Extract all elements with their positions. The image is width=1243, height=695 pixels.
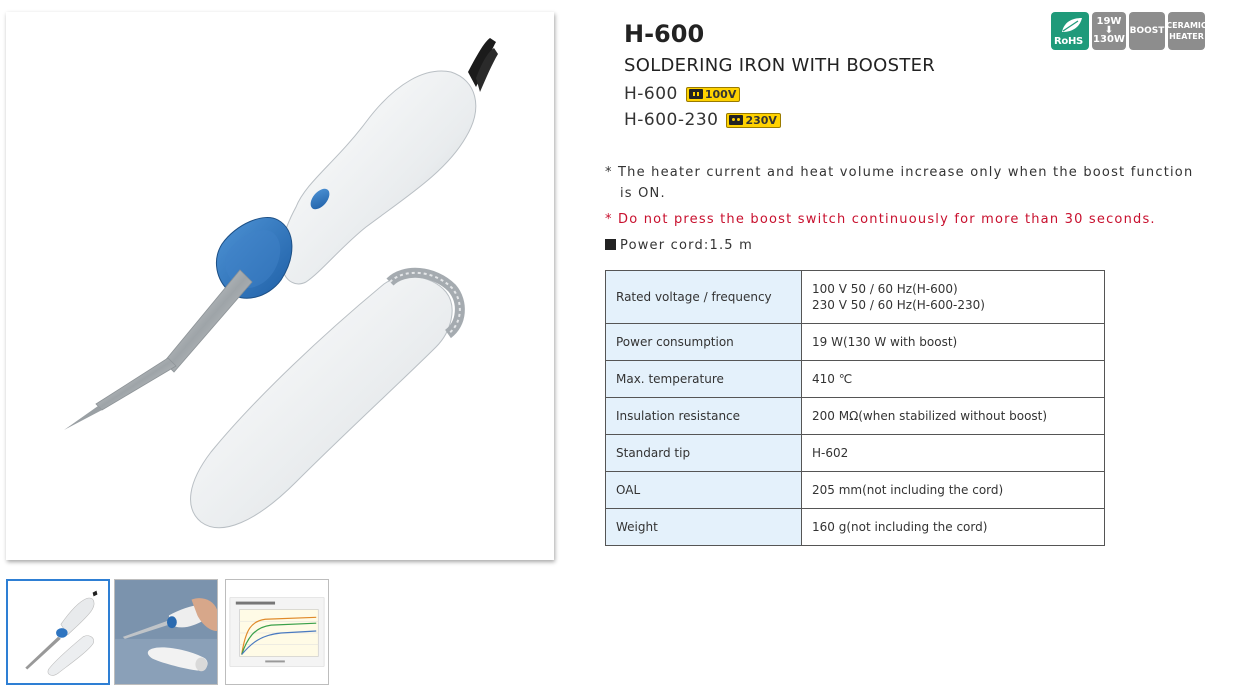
spec-label: Standard tip [605,434,802,472]
heater-label: HEATER [1169,32,1204,41]
table-row: Weight 160 g(not including the cord) [605,508,1105,546]
variant-230v: H-600-230 230V [624,110,781,130]
leaf-icon [1062,18,1082,32]
table-row: Power consumption 19 W(130 W with boost) [605,323,1105,361]
ceramic-heater-badge: CERAMIC HEATER [1166,12,1207,50]
spec-value: 160 g(not including the cord) [801,508,1105,546]
wattage-badge: 19W ⬇ 130W [1092,12,1126,50]
product-name: SOLDERING IRON WITH BOOSTER [624,55,936,76]
voltage-badge: 230V [726,112,781,128]
spec-value: 19 W(130 W with boost) [801,323,1105,361]
spec-value: H-602 [801,434,1105,472]
rohs-badge: RoHS [1051,12,1089,50]
variant-100v: H-600 100V [624,84,741,104]
thumbnail-temperature-chart[interactable] [225,579,329,685]
spec-value: 200 MΩ(when stabilized without boost) [801,397,1105,435]
rohs-label: RoHS [1054,36,1083,47]
spec-label: Max. temperature [605,360,802,398]
power-cord-text: Power cord:1.5 m [620,238,753,253]
boost-note: * The heater current and heat volume inc… [605,165,1194,201]
square-bullet-icon [605,239,616,250]
spec-label: OAL [605,471,802,509]
model-title: H-600 [624,20,705,48]
thumbnail-gallery [6,579,336,687]
spec-value-line: 100 V 50 / 60 Hz(H-600) [812,282,958,296]
spec-value-line: 230 V 50 / 60 Hz(H-600-230) [812,298,985,312]
table-row: OAL 205 mm(not including the cord) [605,471,1105,509]
spec-label: Power consumption [605,323,802,361]
spec-label: Weight [605,508,802,546]
power-cord-note: Power cord:1.5 m [605,235,753,256]
watt-high-label: 130W [1093,34,1125,45]
thumbnail-product-photo[interactable] [6,579,110,685]
table-row: Standard tip H-602 [605,434,1105,472]
variant-model: H-600 [624,84,678,104]
voltage-badge: 100V [685,86,741,102]
variant-model: H-600-230 [624,110,719,130]
round-plug-icon [729,115,744,125]
flat-plug-icon [688,89,703,99]
warning-note: * Do not press the boost switch continuo… [605,212,1156,227]
table-row: Insulation resistance 200 MΩ(when stabil… [605,397,1105,435]
feature-badges: RoHS 19W ⬇ 130W BOOST CERAMIC HEATER [1051,12,1207,50]
spec-table: Rated voltage / frequency 100 V 50 / 60 … [605,270,1105,546]
spec-value: 410 ℃ [801,360,1105,398]
spec-label: Insulation resistance [605,397,802,435]
spec-value: 100 V 50 / 60 Hz(H-600) 230 V 50 / 60 Hz… [801,270,1105,324]
voltage-label: 100V [704,87,737,101]
spec-label: Rated voltage / frequency [605,270,802,324]
voltage-label: 230V [745,113,777,127]
main-product-image [6,12,554,560]
spec-value: 205 mm(not including the cord) [801,471,1105,509]
table-row: Max. temperature 410 ℃ [605,360,1105,398]
thumbnail-in-hand-photo[interactable] [114,579,218,685]
table-row: Rated voltage / frequency 100 V 50 / 60 … [605,270,1105,324]
boost-badge: BOOST [1129,12,1165,50]
ceramic-label: CERAMIC [1166,21,1207,30]
